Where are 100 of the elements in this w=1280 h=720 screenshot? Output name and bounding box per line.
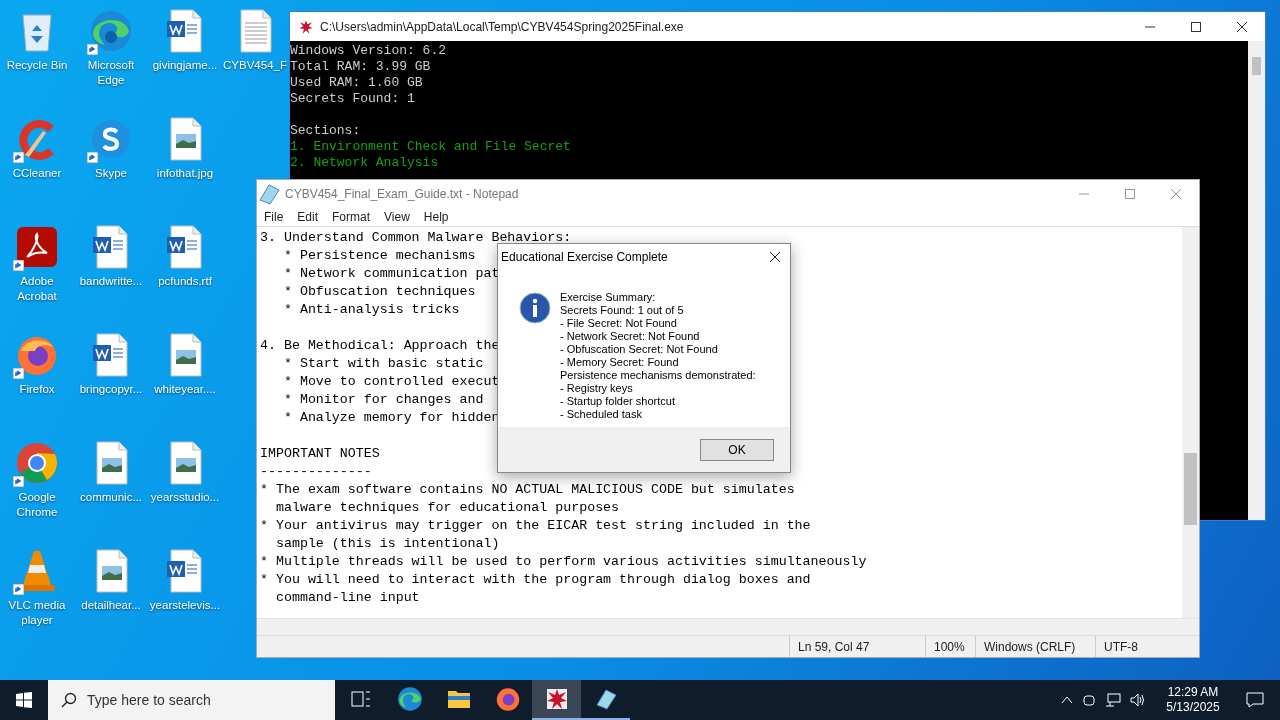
- text-line: * Multiple threads will be used to perform various activities simultaneously: [260, 553, 867, 571]
- desktop-icon[interactable]: pcfunds.rtf: [148, 216, 222, 324]
- word-document-icon: [165, 549, 205, 593]
- desktop-icon[interactable]: yearsstudio...: [148, 432, 222, 540]
- status-text: Ln 59, Col 47: [789, 636, 925, 657]
- ok-button[interactable]: OK: [700, 438, 774, 461]
- desktop-icon[interactable]: Microsoft Edge: [74, 0, 148, 108]
- desktop-icon-label: pcfunds.rtf: [157, 274, 213, 289]
- desktop-icon-label: Microsoft Edge: [86, 58, 136, 88]
- folder-icon: [446, 688, 471, 710]
- desktop-icon[interactable]: VLC media player: [0, 540, 74, 648]
- info-icon: [519, 292, 551, 324]
- text-line: malware techniques for educational purposes: [274, 499, 620, 517]
- text-line: * Move to controlled execut: [282, 373, 500, 391]
- console-line: 1. Environment Check and File Secret: [290, 139, 571, 155]
- search-field[interactable]: Type here to search: [48, 680, 335, 720]
- text-line: command-line input: [274, 589, 420, 607]
- desktop-icon[interactable]: CCleaner: [0, 108, 74, 216]
- menu-item[interactable]: File: [257, 208, 291, 226]
- desktop-icon[interactable]: detailhear...: [74, 540, 148, 648]
- status-text: Windows (CRLF): [975, 636, 1095, 657]
- desktop-icon[interactable]: givingjame...: [148, 0, 222, 108]
- window-title: CYBV454_Final_Exam_Guide.txt - Notepad: [285, 186, 520, 203]
- clock-date[interactable]: 5/13/2025: [1166, 700, 1220, 715]
- dialog-text: - Network Secret: Not Found: [560, 330, 701, 343]
- text-line: --------------: [260, 463, 372, 481]
- chrome-icon: [15, 441, 59, 485]
- windows-start-icon[interactable]: [16, 692, 32, 708]
- acrobat-icon: [15, 225, 59, 269]
- desktop-icon-label: givingjame...: [151, 58, 219, 73]
- splat-icon: [544, 687, 569, 711]
- word-document-icon: [165, 225, 205, 269]
- desktop-icon-label: yearstelevis...: [148, 598, 222, 613]
- text-line: * Monitor for changes and: [282, 391, 484, 409]
- search-icon: [61, 692, 77, 708]
- dialog-text: - Registry keys: [560, 382, 634, 395]
- desktop-icon[interactable]: Firefox: [0, 324, 74, 432]
- word-document-icon: [91, 333, 131, 377]
- text-line: * The exam software contains NO ACTUAL MALICIOUS CODE but simulates: [260, 481, 795, 499]
- horizontal-scrollbar[interactable]: [257, 618, 1199, 635]
- task-view-icon: [350, 690, 371, 708]
- desktop-icon[interactable]: Skype: [74, 108, 148, 216]
- dialog-title: Educational Exercise Complete: [501, 249, 669, 266]
- dialog-text: Exercise Summary:: [560, 291, 657, 304]
- dialog-text: - File Secret: Not Found: [560, 317, 678, 330]
- desktop-icon[interactable]: bringcopyr...: [74, 324, 148, 432]
- desktop-icon[interactable]: communic...: [74, 432, 148, 540]
- desktop-icon[interactable]: yearstelevis...: [148, 540, 222, 648]
- desktop-icon-label: CCleaner: [11, 166, 63, 181]
- scrollbar[interactable]: [1248, 41, 1265, 520]
- status-text: UTF-8: [1095, 636, 1199, 657]
- window-title: C:\Users\admin\AppData\Local\Temp\CYBV454Spring2025Final.exe: [320, 18, 685, 36]
- skype-icon: [89, 117, 133, 161]
- desktop-icon-label: CYBV454_F: [222, 58, 288, 73]
- network-icon[interactable]: [1105, 693, 1121, 707]
- firefox-icon: [494, 686, 521, 712]
- notepad-icon: [257, 182, 281, 206]
- desktop-icon[interactable]: bandwritte...: [74, 216, 148, 324]
- menu-item[interactable]: Edit: [290, 208, 326, 226]
- console-line: 2. Network Analysis: [290, 155, 439, 171]
- dialog-text: - Scheduled task: [560, 408, 643, 421]
- console-line: Secrets Found: 1: [290, 91, 415, 107]
- text-line: * Anti-analysis tricks: [282, 301, 460, 319]
- notification-icon[interactable]: [1246, 692, 1264, 708]
- status-text: 100%: [925, 636, 975, 657]
- speaker-icon[interactable]: [1130, 693, 1146, 707]
- text-line: * Persistence mechanisms: [282, 247, 476, 265]
- text-line: sample (this is intentional): [274, 535, 500, 553]
- text-line: 3. Understand Common Malware Behaviors:: [260, 229, 572, 247]
- desktop-icon[interactable]: whiteyear....: [148, 324, 222, 432]
- taskbar-app[interactable]: [532, 680, 581, 720]
- close-icon[interactable]: [769, 251, 781, 263]
- desktop-icon[interactable]: infothat.jpg: [148, 108, 222, 216]
- dialog-text: - Startup folder shortcut: [560, 395, 676, 408]
- desktop-icon-label: Skype: [94, 166, 128, 181]
- desktop-icon-label: infothat.jpg: [155, 166, 215, 181]
- scrollbar[interactable]: [1182, 227, 1199, 618]
- menu-item[interactable]: View: [377, 208, 417, 226]
- chevron-up-icon[interactable]: [1061, 696, 1073, 704]
- desktop-icon-label: bandwritte...: [78, 274, 144, 289]
- desktop-icon-label: Firefox: [18, 382, 56, 397]
- desktop-icon[interactable]: Google Chrome: [0, 432, 74, 540]
- console-line: Sections:: [290, 123, 361, 139]
- desktop-icon[interactable]: Adobe Acrobat: [0, 216, 74, 324]
- desktop-icon-label: yearsstudio...: [149, 490, 221, 505]
- desktop-icon-label: communic...: [79, 490, 143, 505]
- text-line: * You will need to interact with the program through dialog boxes and: [260, 571, 811, 589]
- text-line: * Start with basic static: [282, 355, 484, 373]
- clock-time[interactable]: 12:29 AM: [1167, 685, 1219, 700]
- menu-item[interactable]: Help: [416, 208, 456, 226]
- desktop-icon-label: bringcopyr...: [78, 382, 144, 397]
- menu-item[interactable]: Format: [325, 208, 378, 226]
- desktop-icon[interactable]: Recycle Bin: [0, 0, 74, 108]
- desktop-icon[interactable]: CYBV454_F: [222, 0, 288, 108]
- dialog-text: Secrets Found: 1 out of 5: [560, 304, 685, 317]
- desktop-icon-label: detailhear...: [80, 598, 142, 613]
- dialog-text: - Obfuscation Secret: Not Found: [560, 343, 719, 356]
- word-document-icon: [165, 9, 205, 53]
- meeting-icon[interactable]: [1082, 693, 1096, 707]
- desktop-icon-label: VLC media player: [7, 598, 67, 628]
